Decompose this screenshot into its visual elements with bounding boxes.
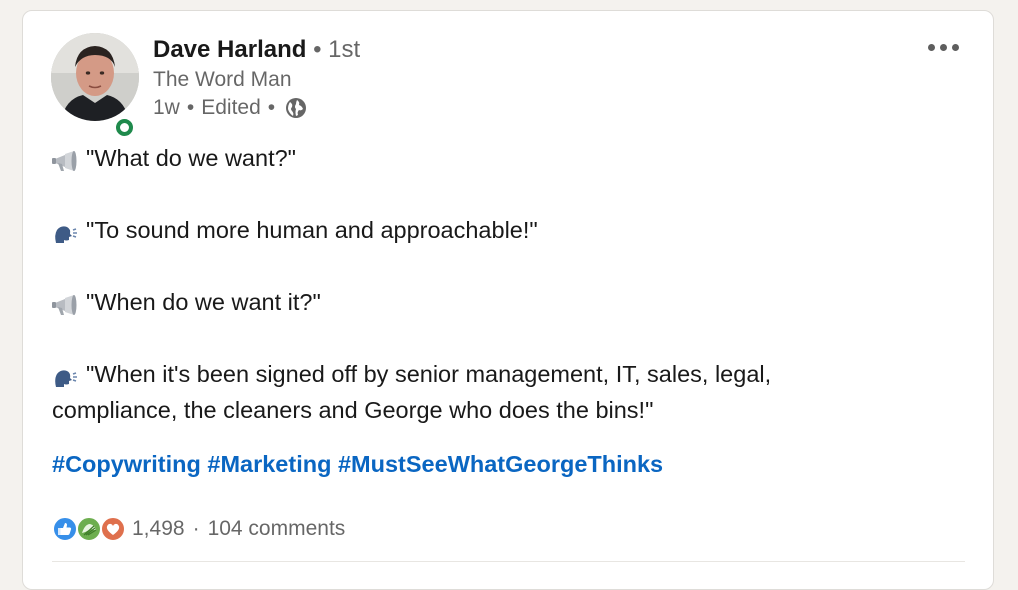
post-line: "What do we want?" xyxy=(52,140,952,176)
dot xyxy=(939,43,947,51)
meta-separator: • xyxy=(267,96,276,119)
edited-label: Edited xyxy=(201,96,261,119)
post-line: "To sound more human and approachable!" xyxy=(52,212,952,248)
hashtag-link[interactable]: #Copywriting xyxy=(52,451,201,477)
author-name[interactable]: Dave Harland xyxy=(153,36,306,63)
author-headline: The Word Man xyxy=(153,68,292,91)
speaking-head-icon xyxy=(52,363,78,387)
post-text: "What do we want?" "To sound more human … xyxy=(52,140,952,482)
connection-degree: 1st xyxy=(328,36,361,63)
degree-separator: • xyxy=(313,36,322,63)
dot xyxy=(927,43,935,51)
comments-count[interactable]: 104 comments xyxy=(208,517,346,541)
avatar-photo xyxy=(51,33,139,121)
love-icon xyxy=(100,516,126,542)
divider xyxy=(52,561,965,562)
support-icon xyxy=(76,516,102,542)
reaction-icons[interactable] xyxy=(52,516,126,542)
post-line-text: "When do we want it?" xyxy=(86,289,321,315)
post-line-text: "What do we want?" xyxy=(86,145,297,171)
like-icon xyxy=(52,516,78,542)
reaction-count[interactable]: 1,498 xyxy=(132,517,185,541)
author-info: Dave Harland • 1st The Word Man 1w • Edi… xyxy=(153,35,360,122)
post-line-text: "To sound more human and approachable!" xyxy=(86,217,538,243)
author-name-line: Dave Harland • 1st xyxy=(153,35,360,65)
megaphone-icon xyxy=(52,147,78,171)
hashtag-link[interactable]: #MustSeeWhatGeorgeThinks xyxy=(338,451,663,477)
post-meta: 1w • Edited • xyxy=(153,94,360,122)
post-time: 1w xyxy=(153,96,180,119)
hashtag-link[interactable]: #Marketing xyxy=(207,451,331,477)
dot xyxy=(951,43,959,51)
megaphone-icon xyxy=(52,291,78,315)
post-line-text: "When it's been signed off by senior man… xyxy=(86,361,772,387)
post-line: compliance, the cleaners and George who … xyxy=(52,392,952,428)
speaking-head-icon xyxy=(52,219,78,243)
author-avatar[interactable] xyxy=(51,33,139,136)
meta-separator: • xyxy=(186,96,195,119)
globe-icon xyxy=(284,96,308,120)
post-line-text: compliance, the cleaners and George who … xyxy=(52,397,654,423)
more-options-icon[interactable] xyxy=(921,35,965,59)
post-line: "When do we want it?" xyxy=(52,284,952,320)
social-counts: 1,498 · 104 comments xyxy=(52,516,345,542)
online-status-icon xyxy=(116,119,133,136)
hashtag-list: #Copywriting #Marketing #MustSeeWhatGeor… xyxy=(52,446,952,482)
post-line: "When it's been signed off by senior man… xyxy=(52,356,952,392)
feed-post-card: Dave Harland • 1st The Word Man 1w • Edi… xyxy=(22,10,994,590)
social-separator: · xyxy=(192,517,200,540)
